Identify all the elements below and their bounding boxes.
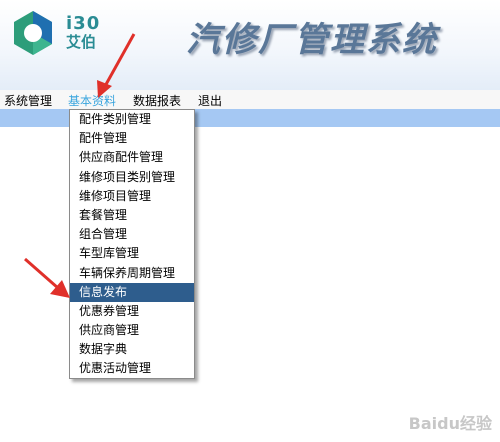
menu-item-coupons[interactable]: 优惠券管理 xyxy=(70,302,194,321)
menu-bar: 系统管理 基本资料 数据报表 退出 xyxy=(0,90,500,109)
menu-item-supplier-parts[interactable]: 供应商配件管理 xyxy=(70,148,194,167)
menu-item-suppliers[interactable]: 供应商管理 xyxy=(70,321,194,340)
menu-item-parts[interactable]: 配件管理 xyxy=(70,129,194,148)
menu-item-promotions[interactable]: 优惠活动管理 xyxy=(70,359,194,378)
app-title: 汽修厂管理系统 xyxy=(186,20,438,60)
app-logo-icon xyxy=(14,11,52,55)
menu-item-info-publish[interactable]: 信息发布 xyxy=(70,282,194,302)
menu-item-combos[interactable]: 组合管理 xyxy=(70,225,194,244)
menu-item-part-category[interactable]: 配件类别管理 xyxy=(70,110,194,129)
app-header: i30 艾伯 汽修厂管理系统 xyxy=(0,0,500,90)
menu-exit[interactable]: 退出 xyxy=(198,92,222,109)
basic-data-dropdown-menu: 配件类别管理 配件管理 供应商配件管理 维修项目类别管理 维修项目管理 套餐管理… xyxy=(69,109,195,379)
menu-system-management[interactable]: 系统管理 xyxy=(4,92,52,109)
menu-item-packages[interactable]: 套餐管理 xyxy=(70,206,194,225)
annotation-arrow-icon xyxy=(97,33,136,98)
annotation-arrow-icon xyxy=(24,257,70,298)
menu-data-reports[interactable]: 数据报表 xyxy=(133,92,181,109)
menu-item-vehicle-models[interactable]: 车型库管理 xyxy=(70,244,194,263)
menu-item-repair-category[interactable]: 维修项目类别管理 xyxy=(70,168,194,187)
watermark: Baidu经验 xyxy=(408,414,492,433)
menu-item-maintenance-cycle[interactable]: 车辆保养周期管理 xyxy=(70,264,194,283)
menu-item-repair-items[interactable]: 维修项目管理 xyxy=(70,187,194,206)
menu-item-data-dictionary[interactable]: 数据字典 xyxy=(70,340,194,359)
